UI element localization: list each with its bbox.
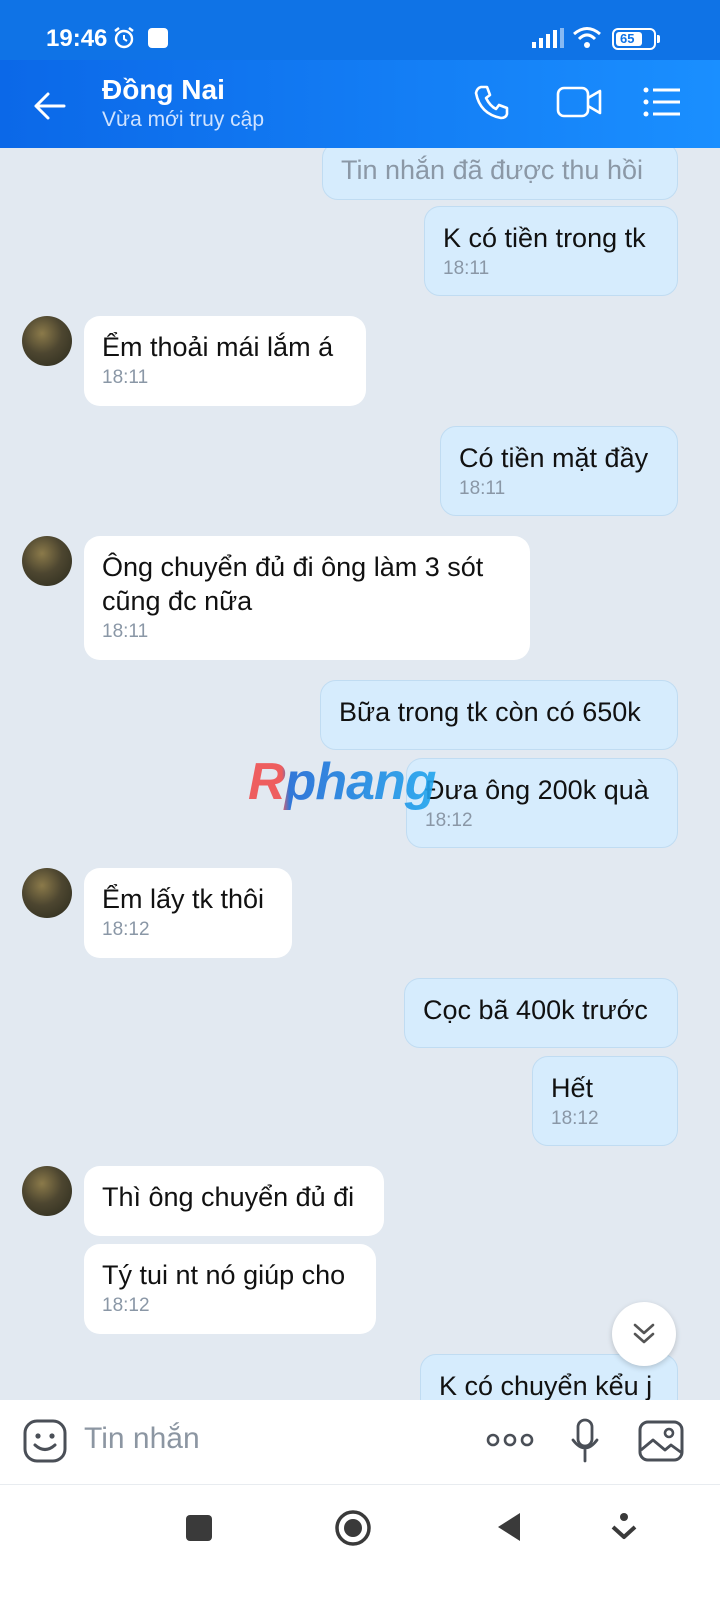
chat-header: Đồng Nai Vừa mới truy cập — [0, 60, 720, 148]
message-bubble-received[interactable]: Thì ông chuyển đủ đi — [84, 1166, 384, 1236]
signal-icon — [532, 28, 564, 48]
message-composer: Tin nhắn — [0, 1400, 720, 1484]
message-time: 18:11 — [443, 258, 490, 279]
message-text: Tý tui nt nó giúp cho — [102, 1260, 346, 1290]
message-time: 18:12 — [551, 1108, 599, 1129]
microphone-icon[interactable] — [570, 1418, 600, 1464]
message-text: Đưa ông 200k quà — [425, 775, 649, 805]
message-text: Thì ông chuyển đủ đi — [102, 1182, 355, 1212]
message-bubble-sent[interactable]: Bữa trong tk còn có 650k — [320, 680, 678, 750]
message-bubble-received[interactable]: Ểm lấy tk thôi 18:12 — [84, 868, 292, 958]
assistant-icon[interactable] — [610, 1511, 638, 1543]
app-notification-icon — [148, 28, 168, 48]
contact-status: Vừa mới truy cập — [102, 108, 265, 131]
message-bubble-sent[interactable]: Có tiền mặt đầy 18:11 — [440, 426, 678, 516]
sticker-icon[interactable] — [22, 1418, 68, 1464]
system-navigation-bar — [0, 1484, 720, 1600]
message-time: 18:12 — [425, 810, 473, 831]
message-text: Ểm thoải mái lắm á — [102, 332, 334, 362]
message-bubble-sent[interactable]: Đưa ông 200k quà 18:12 — [406, 758, 678, 848]
contact-avatar[interactable] — [22, 316, 72, 366]
battery-level: 65 — [620, 31, 635, 46]
contact-avatar[interactable] — [22, 1166, 72, 1216]
recent-apps-icon[interactable] — [186, 1515, 212, 1541]
back-triangle-icon[interactable] — [494, 1511, 522, 1543]
contact-name[interactable]: Đồng Nai — [102, 74, 225, 106]
alarm-icon — [114, 27, 134, 49]
message-time: 18:12 — [102, 919, 150, 940]
message-bubble-received[interactable]: Tý tui nt nó giúp cho 18:12 — [84, 1244, 376, 1334]
message-text: K có tiền trong tk — [443, 223, 646, 253]
contact-avatar[interactable] — [22, 536, 72, 586]
message-bubble-recalled[interactable]: Tin nhắn đã được thu hồi — [322, 148, 678, 200]
message-bubble-received[interactable]: Ông chuyển đủ đi ông làm 3 sót cũng đc n… — [84, 536, 530, 660]
video-call-icon[interactable] — [556, 84, 602, 120]
image-gallery-icon[interactable] — [638, 1420, 684, 1462]
message-text: Cọc bã 400k trước — [423, 995, 648, 1025]
message-text: Ểm lấy tk thôi — [102, 884, 265, 914]
contact-avatar[interactable] — [22, 868, 72, 918]
scroll-to-bottom-button[interactable] — [612, 1302, 676, 1366]
message-time: 18:11 — [102, 367, 149, 388]
home-icon[interactable] — [334, 1509, 372, 1547]
status-time: 19:46 — [46, 25, 108, 52]
double-chevron-down-icon — [633, 1323, 655, 1344]
message-text: Bữa trong tk còn có 650k — [339, 697, 641, 727]
message-time: 18:11 — [102, 621, 149, 642]
battery-icon: 65 — [612, 28, 660, 50]
message-text: Hết — [551, 1073, 594, 1103]
more-options-icon[interactable] — [486, 1432, 534, 1448]
message-text: Tin nhắn đã được thu hồi — [341, 155, 643, 185]
message-time: 18:12 — [102, 1295, 150, 1316]
menu-list-icon[interactable] — [642, 84, 682, 120]
message-time: 18:11 — [459, 478, 506, 499]
back-arrow-icon[interactable] — [30, 86, 70, 126]
message-text: Có tiền mặt đầy — [459, 443, 649, 473]
message-bubble-sent[interactable]: Cọc bã 400k trước — [404, 978, 678, 1048]
status-bar: 19:46 65 — [0, 0, 720, 60]
message-text: K có chuyển kểu j — [439, 1371, 653, 1401]
watermark-logo: Rphang — [248, 753, 437, 811]
phone-call-icon[interactable] — [472, 82, 512, 122]
message-bubble-sent[interactable]: K có tiền trong tk 18:11 — [424, 206, 678, 296]
message-bubble-received[interactable]: Ểm thoải mái lắm á 18:11 — [84, 316, 366, 406]
message-input[interactable]: Tin nhắn — [84, 1422, 200, 1456]
wifi-icon — [573, 27, 601, 48]
message-text: Ông chuyển đủ đi ông làm 3 sót cũng đc n… — [102, 552, 484, 616]
message-bubble-sent[interactable]: Hết 18:12 — [532, 1056, 678, 1146]
